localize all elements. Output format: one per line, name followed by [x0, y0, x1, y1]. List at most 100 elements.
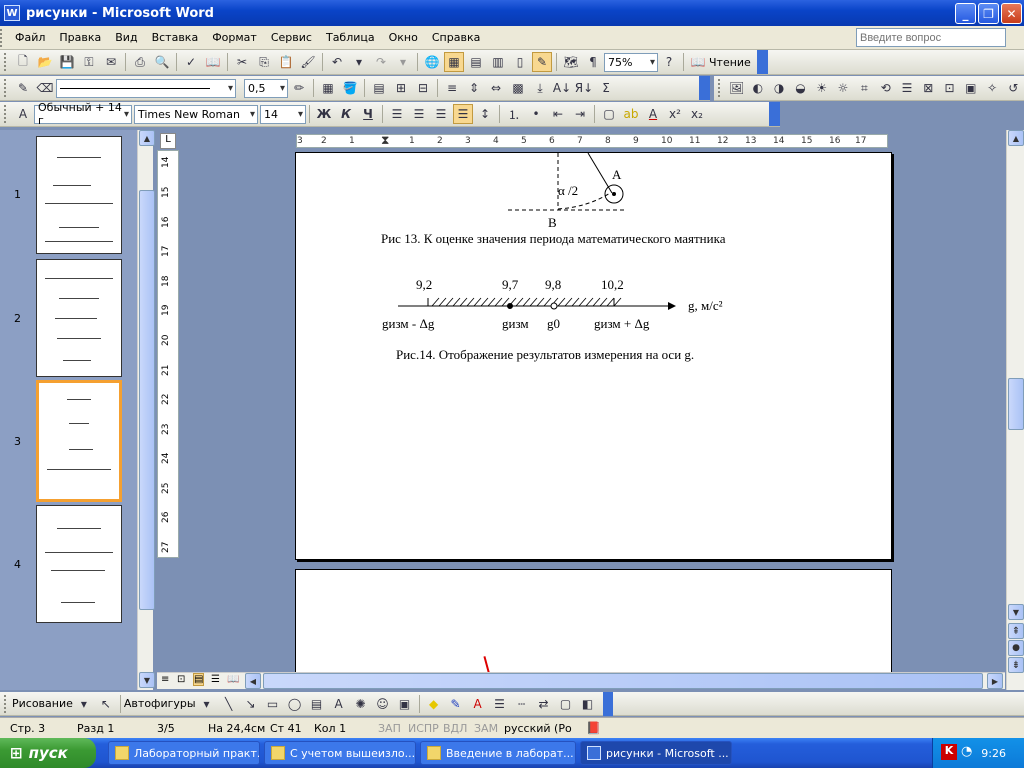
- align-center-icon[interactable]: ☰: [409, 104, 429, 124]
- decrease-indent-icon[interactable]: ⇤: [548, 104, 568, 124]
- read-icon[interactable]: 📖: [688, 52, 708, 72]
- menu-help[interactable]: Справка: [425, 31, 487, 44]
- toolbar-grip[interactable]: [4, 79, 8, 97]
- print-icon[interactable]: ⎙: [130, 52, 150, 72]
- help-icon[interactable]: ?: [659, 52, 679, 72]
- shading-icon[interactable]: 🪣: [340, 78, 360, 98]
- autosum-icon[interactable]: Σ: [596, 78, 616, 98]
- toolbar-grip[interactable]: [4, 105, 8, 123]
- scroll-thumb[interactable]: [139, 190, 155, 610]
- font-size-select[interactable]: 14: [260, 104, 306, 124]
- autoshapes-button[interactable]: Автофигуры: [124, 697, 196, 710]
- line-style-icon[interactable]: ☰: [897, 78, 916, 98]
- read-button[interactable]: Чтение: [709, 56, 751, 69]
- increase-indent-icon[interactable]: ⇥: [570, 104, 590, 124]
- document-horizontal-scrollbar[interactable]: ≡ ⊡ ▤ ☰ 📖 ◀ ▶: [157, 672, 1005, 689]
- next-page-icon[interactable]: ⇟: [1008, 657, 1024, 673]
- scroll-down-icon[interactable]: ▼: [1008, 604, 1024, 620]
- insert-excel-icon[interactable]: ▥: [488, 52, 508, 72]
- toolbar-options-icon[interactable]: [769, 102, 780, 126]
- toolbar-options-icon[interactable]: [756, 50, 768, 74]
- undo-icon[interactable]: ↶: [327, 52, 347, 72]
- copy-icon[interactable]: ⎘: [254, 52, 274, 72]
- toolbar-grip[interactable]: [4, 694, 8, 713]
- border-color-icon[interactable]: ✏: [289, 78, 309, 98]
- crop-icon[interactable]: ⌗: [855, 78, 874, 98]
- line-color-icon[interactable]: ✎: [446, 694, 466, 714]
- less-contrast-icon[interactable]: ◒: [791, 78, 810, 98]
- less-brightness-icon[interactable]: ☼: [833, 78, 852, 98]
- print-preview-icon[interactable]: 🔍: [152, 52, 172, 72]
- eraser-icon[interactable]: ⌫: [35, 78, 55, 98]
- redo-dropdown-icon[interactable]: ▾: [393, 52, 413, 72]
- italic-button[interactable]: К: [336, 104, 356, 124]
- font-select[interactable]: Times New Roman: [134, 104, 258, 124]
- research-icon[interactable]: 📖: [203, 52, 223, 72]
- web-layout-icon[interactable]: ⊡: [177, 674, 185, 685]
- wordart-icon[interactable]: A: [329, 694, 349, 714]
- bullets-icon[interactable]: •: [526, 104, 546, 124]
- redo-icon[interactable]: ↷: [371, 52, 391, 72]
- tab-selector[interactable]: L: [160, 133, 176, 149]
- text-wrapping-icon[interactable]: ⊡: [940, 78, 959, 98]
- scroll-left-icon[interactable]: ◀: [245, 673, 261, 689]
- highlight-icon[interactable]: ab: [621, 104, 641, 124]
- align-left-icon[interactable]: ☰: [387, 104, 407, 124]
- minimize-button[interactable]: _: [955, 3, 976, 24]
- color-icon[interactable]: ◐: [748, 78, 767, 98]
- new-document-icon[interactable]: 🗋: [13, 52, 33, 72]
- more-contrast-icon[interactable]: ◑: [770, 78, 789, 98]
- autoformat-table-icon[interactable]: ▩: [508, 78, 528, 98]
- line-tool-icon[interactable]: ╲: [219, 694, 239, 714]
- columns-icon[interactable]: ▯: [510, 52, 530, 72]
- shadow-style-icon[interactable]: ▢: [556, 694, 576, 714]
- compress-icon[interactable]: ⊠: [919, 78, 938, 98]
- vertical-ruler[interactable]: 27 26 25 24 23 22 21 20 19 18 17 16 15 1…: [157, 150, 179, 558]
- document-page-next[interactable]: [295, 569, 892, 689]
- browse-object-icon[interactable]: ●: [1008, 640, 1024, 656]
- autoshapes-dropdown-icon[interactable]: ▾: [197, 694, 217, 714]
- open-icon[interactable]: 📂: [35, 52, 55, 72]
- hyperlink-icon[interactable]: 🌐: [422, 52, 442, 72]
- start-button[interactable]: ⊞ пуск: [0, 738, 96, 768]
- permission-icon[interactable]: ⚿: [79, 52, 99, 72]
- line-weight-select[interactable]: 0,5: [244, 78, 288, 98]
- arrow-tool-icon[interactable]: ↘: [241, 694, 261, 714]
- status-trk[interactable]: ИСПР: [408, 722, 443, 735]
- line-style-select[interactable]: [56, 78, 236, 98]
- scroll-up-icon[interactable]: ▲: [139, 130, 155, 146]
- antivirus-icon[interactable]: K: [941, 744, 957, 760]
- drawing-icon[interactable]: ✎: [532, 52, 552, 72]
- document-page[interactable]: A α /2 B Рис 13. К оценке значения перио…: [295, 152, 892, 560]
- thumbnail-page-1[interactable]: [36, 136, 122, 254]
- bold-button[interactable]: Ж: [314, 104, 334, 124]
- document-map-icon[interactable]: 🗺: [561, 52, 581, 72]
- email-icon[interactable]: ✉: [101, 52, 121, 72]
- numbering-icon[interactable]: ⒈: [504, 104, 524, 124]
- reset-picture-icon[interactable]: ↺: [1004, 78, 1023, 98]
- thumbnails-scrollbar[interactable]: ▲ ▼: [137, 130, 155, 690]
- close-button[interactable]: ✕: [1001, 3, 1022, 24]
- format-painter-icon[interactable]: 🖌: [298, 52, 318, 72]
- set-transparent-icon[interactable]: ✧: [982, 78, 1001, 98]
- scroll-thumb[interactable]: [1008, 378, 1024, 430]
- status-ovr[interactable]: ЗАМ: [474, 722, 504, 735]
- outline-view-icon[interactable]: ☰: [211, 674, 220, 685]
- normal-view-icon[interactable]: ≡: [161, 674, 169, 685]
- restore-button[interactable]: ❐: [978, 3, 999, 24]
- zoom-select[interactable]: 75%: [604, 52, 658, 72]
- indent-marker-icon[interactable]: ⧗: [381, 133, 389, 148]
- thumbnail-page-2[interactable]: [36, 259, 122, 377]
- line-spacing-icon[interactable]: ↕: [475, 104, 495, 124]
- subscript-icon[interactable]: x₂: [687, 104, 707, 124]
- merge-cells-icon[interactable]: ⊞: [391, 78, 411, 98]
- spelling-icon[interactable]: ✓: [181, 52, 201, 72]
- toolbar-options-icon[interactable]: [699, 76, 710, 100]
- insert-picture-icon[interactable]: 🖼: [727, 78, 746, 98]
- oval-tool-icon[interactable]: ◯: [285, 694, 305, 714]
- tray-app-icon[interactable]: ◔: [961, 744, 972, 759]
- clipart-icon[interactable]: ☺: [373, 694, 393, 714]
- justify-icon[interactable]: ☰: [453, 104, 473, 124]
- insert-table-icon[interactable]: ▤: [466, 52, 486, 72]
- scroll-down-icon[interactable]: ▼: [139, 672, 155, 688]
